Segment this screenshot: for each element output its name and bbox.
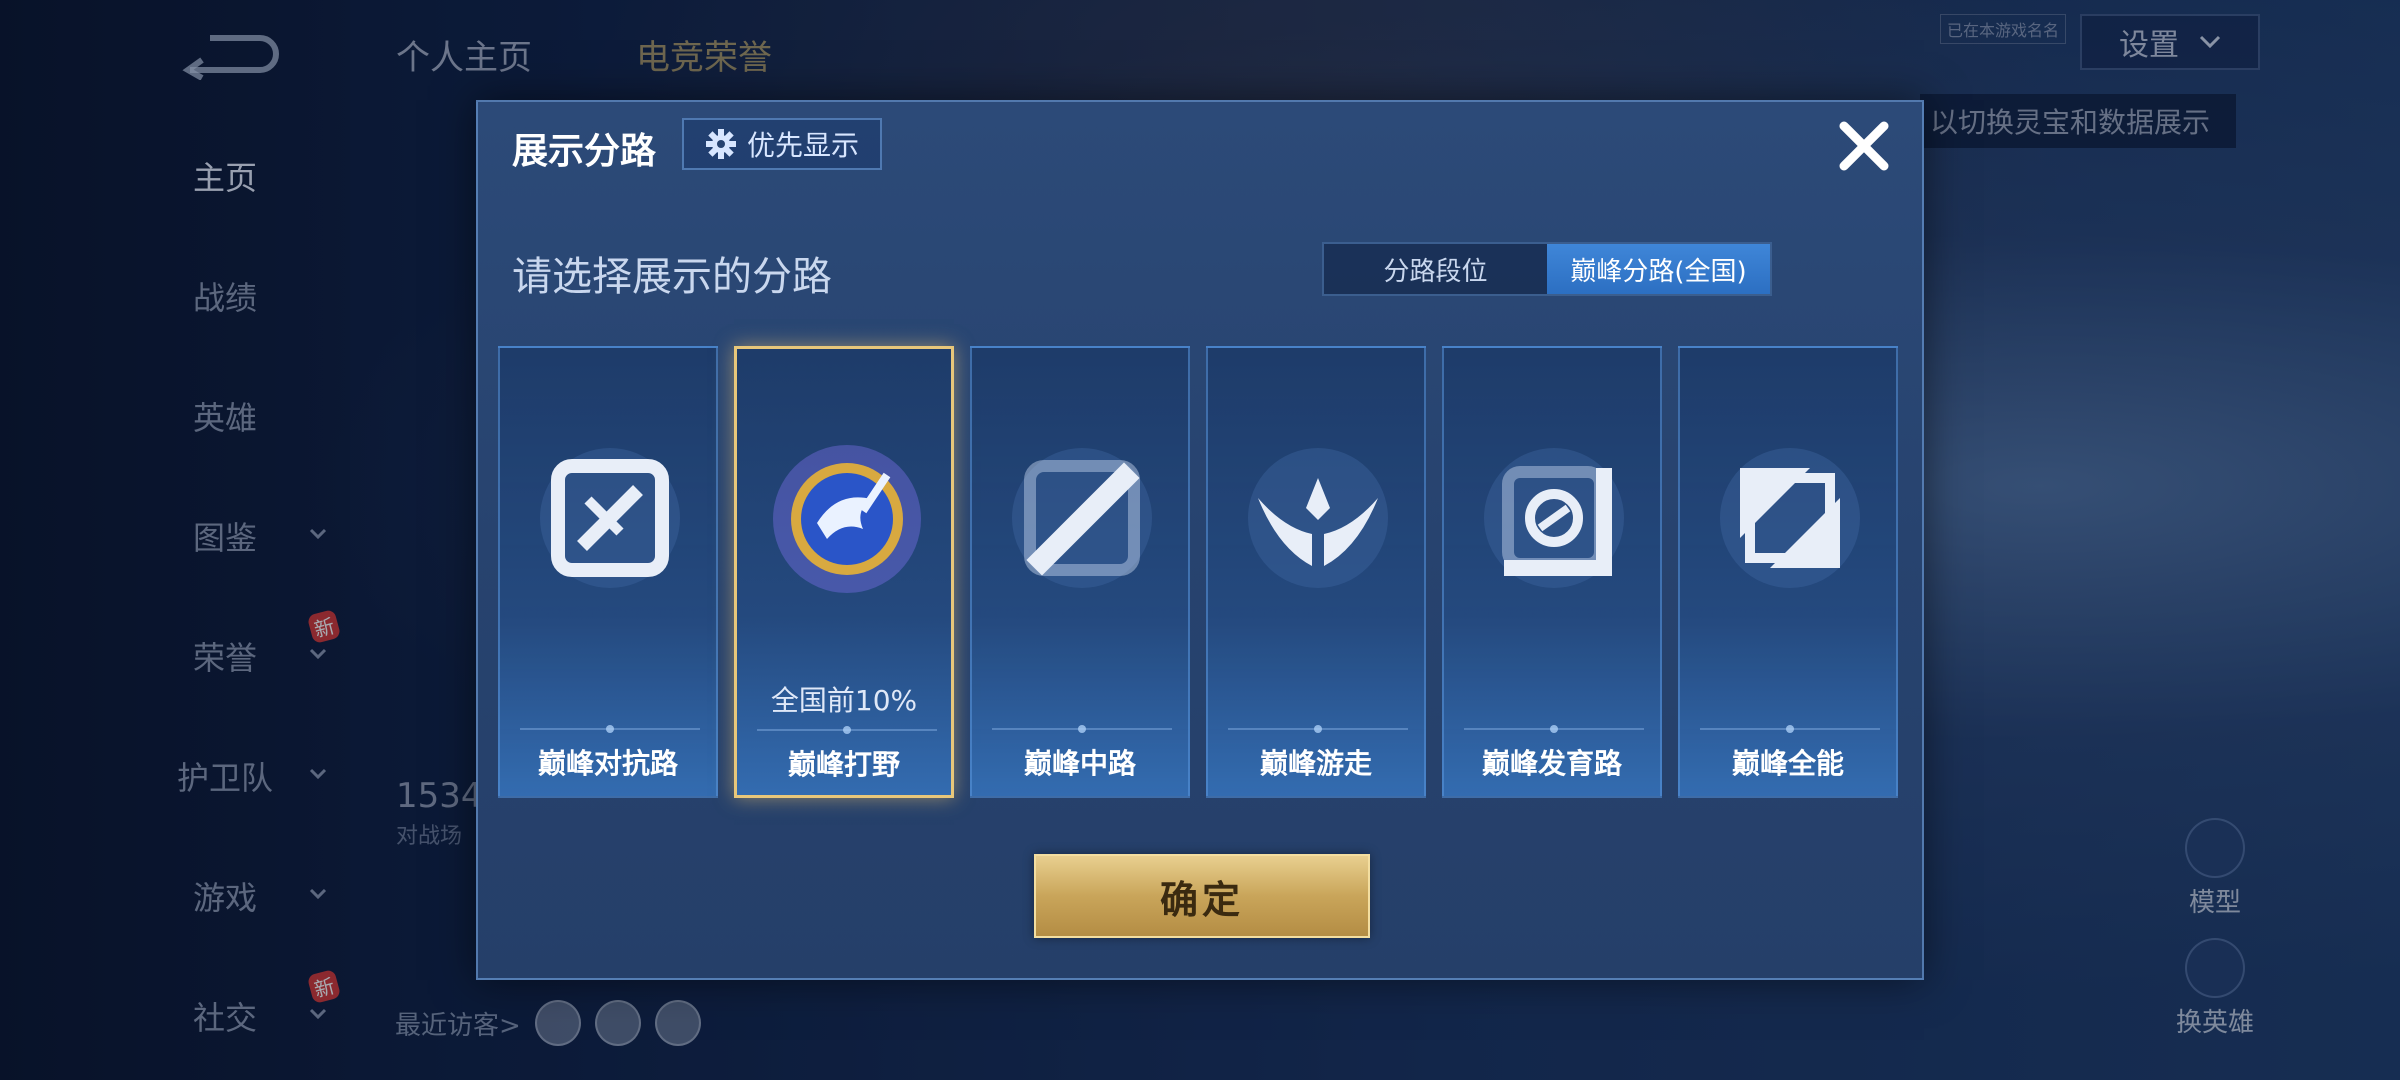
lane-card[interactable]: 巅峰发育路 [1442, 346, 1662, 798]
lane-display-dialog: 展示分路 优先显示 请选择展示的分路 分路段位 巅峰分路(全国) 巅峰对抗路 全… [476, 100, 1924, 980]
lane-rank-text: 全国前10% [770, 684, 918, 717]
all-round-icon [1710, 438, 1870, 598]
lane-card-label: 巅峰打野 [787, 748, 900, 781]
card-divider [757, 726, 937, 734]
priority-label: 优先显示 [746, 129, 859, 162]
card-divider [1228, 725, 1408, 733]
app-screen: 主页 战绩 英雄 图鉴 荣誉新护卫队 游戏 社交新 个人主页 电竞荣誉 已在本游戏名名 设置… [0, 0, 2400, 1080]
mid-lane-icon [1002, 438, 1162, 598]
lane-card-label: 巅峰发育路 [1481, 747, 1622, 780]
tab-peak-lane-national[interactable]: 巅峰分路(全国) [1547, 244, 1770, 294]
gear-icon [705, 129, 736, 159]
card-divider [520, 725, 700, 733]
lane-card[interactable]: 巅峰游走 [1206, 346, 1426, 798]
lane-card-label: 巅峰对抗路 [537, 747, 678, 780]
lane-card[interactable]: 巅峰全能 [1678, 346, 1898, 798]
dialog-title: 展示分路 [512, 131, 657, 172]
lane-mode-toggle: 分路段位 巅峰分路(全国) [1322, 242, 1772, 296]
wings-roam-icon [1238, 438, 1398, 598]
lane-card[interactable]: 巅峰中路 [970, 346, 1190, 798]
select-lane-prompt: 请选择展示的分路 [512, 254, 832, 300]
confirm-button[interactable]: 确定 [1034, 854, 1370, 938]
lane-card[interactable]: 巅峰对抗路 [498, 346, 718, 798]
card-divider [992, 725, 1172, 733]
priority-display-button[interactable]: 优先显示 [682, 118, 882, 170]
sword-lane-icon [530, 438, 690, 598]
farm-lane-icon [1474, 438, 1634, 598]
lane-card-list: 巅峰对抗路 全国前10% 巅峰打野 巅峰中路 巅峰游走 巅峰发育路 巅峰全能 [498, 346, 1906, 800]
lane-card[interactable]: 全国前10% 巅峰打野 [734, 346, 954, 798]
dragon-jungle-emblem-icon [767, 439, 927, 599]
card-divider [1700, 725, 1880, 733]
tab-lane-rank[interactable]: 分路段位 [1324, 244, 1547, 294]
card-divider [1464, 725, 1644, 733]
lane-card-label: 巅峰游走 [1259, 747, 1372, 780]
lane-card-label: 巅峰全能 [1731, 747, 1844, 780]
close-icon[interactable] [1832, 114, 1896, 178]
lane-card-label: 巅峰中路 [1023, 747, 1136, 780]
